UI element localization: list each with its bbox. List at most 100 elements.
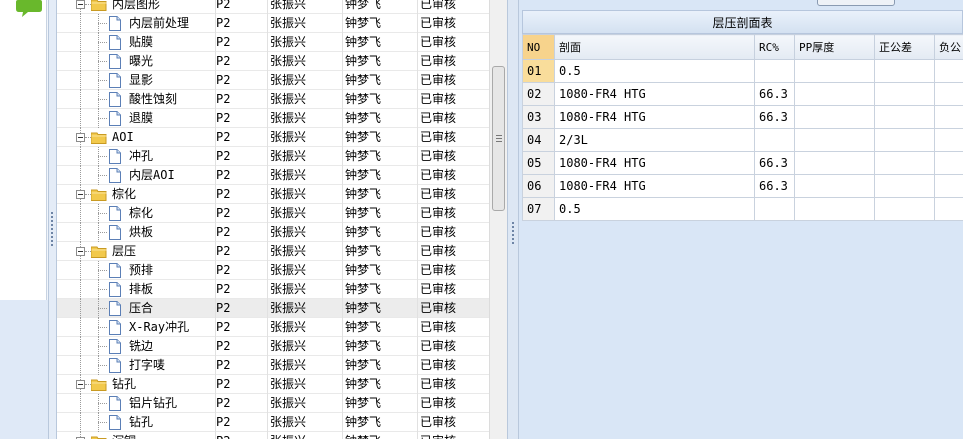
negative-tolerance-cell[interactable] bbox=[934, 105, 963, 129]
tree-item-row[interactable]: 酸性蚀刻 P2 张振兴 钟梦飞 已审核 bbox=[57, 90, 489, 109]
tree-item-row[interactable]: 显影 P2 张振兴 钟梦飞 已审核 bbox=[57, 71, 489, 90]
tree-scrollbar[interactable] bbox=[489, 0, 507, 439]
rc-cell[interactable] bbox=[754, 59, 795, 83]
tree-version-cell: P2 bbox=[215, 375, 265, 394]
tree-operator-cell: 张振兴 bbox=[267, 242, 339, 261]
negative-tolerance-cell[interactable] bbox=[934, 82, 963, 106]
layer-no-cell[interactable]: 02 bbox=[522, 82, 555, 106]
tree-item-row[interactable]: 钻孔 P2 张振兴 钟梦飞 已审核 bbox=[57, 413, 489, 432]
tree-group-row[interactable]: 沉铜 P2张振兴钟梦飞已审核 bbox=[57, 432, 489, 439]
rc-cell[interactable]: 66.3 bbox=[754, 82, 795, 106]
stackup-row[interactable]: 01 0.5 bbox=[522, 59, 963, 83]
rc-cell[interactable] bbox=[754, 128, 795, 152]
column-header-section[interactable]: 剖面 bbox=[554, 34, 755, 60]
column-header-no[interactable]: NO bbox=[522, 34, 555, 60]
column-header-rc[interactable]: RC% bbox=[754, 34, 795, 60]
speech-bubble-icon[interactable] bbox=[16, 0, 42, 18]
rc-cell[interactable]: 66.3 bbox=[754, 174, 795, 198]
tree-group-row[interactable]: 钻孔 P2 张振兴 钟梦飞 已审核 bbox=[57, 375, 489, 394]
section-cell[interactable]: 1080-FR4 HTG bbox=[554, 105, 755, 129]
stackup-table[interactable]: NO 剖面 RC% PP厚度 正公差 负公 01 0.5 02 1080-FR4 HT… bbox=[522, 34, 963, 221]
negative-tolerance-cell[interactable] bbox=[934, 151, 963, 175]
tree-item-row[interactable]: 烘板 P2 张振兴 钟梦飞 已审核 bbox=[57, 223, 489, 242]
stackup-row[interactable]: 02 1080-FR4 HTG 66.3 bbox=[522, 82, 963, 106]
tree-group-row[interactable]: 内层图形 P2 张振兴 钟梦飞 已审核 bbox=[57, 0, 489, 14]
tree-status-cell: 已审核 bbox=[417, 413, 489, 432]
pp-thickness-cell[interactable] bbox=[794, 59, 875, 83]
pp-thickness-cell[interactable] bbox=[794, 82, 875, 106]
positive-tolerance-cell[interactable] bbox=[874, 174, 935, 198]
tree-item-row[interactable]: 曝光 P2 张振兴 钟梦飞 已审核 bbox=[57, 52, 489, 71]
stackup-row[interactable]: 07 0.5 bbox=[522, 197, 963, 221]
right-splitter[interactable] bbox=[507, 0, 519, 439]
collapse-minus-icon[interactable] bbox=[76, 190, 85, 199]
stackup-row[interactable]: 06 1080-FR4 HTG 66.3 bbox=[522, 174, 963, 198]
tree-reviewer-cell: 钟梦飞 bbox=[342, 166, 414, 185]
section-cell[interactable]: 0.5 bbox=[554, 59, 755, 83]
tree-group-row[interactable]: 棕化 P2 张振兴 钟梦飞 已审核 bbox=[57, 185, 489, 204]
rc-cell[interactable]: 66.3 bbox=[754, 105, 795, 129]
tree-reviewer-cell: 钟梦飞 bbox=[342, 280, 414, 299]
tree-item-row[interactable]: X-Ray冲孔 P2 张振兴 钟梦飞 已审核 bbox=[57, 318, 489, 337]
pp-thickness-cell[interactable] bbox=[794, 128, 875, 152]
process-tree-grid[interactable]: 内层图形 P2 张振兴 钟梦飞 已审核 内层前处理 P2 张振兴 钟梦飞 已审核 贴膜 P2 张振兴 钟梦… bbox=[57, 0, 489, 439]
pp-thickness-cell[interactable] bbox=[794, 197, 875, 221]
pp-thickness-cell[interactable] bbox=[794, 174, 875, 198]
positive-tolerance-cell[interactable] bbox=[874, 197, 935, 221]
section-cell[interactable]: 2/3L bbox=[554, 128, 755, 152]
negative-tolerance-cell[interactable] bbox=[934, 174, 963, 198]
positive-tolerance-cell[interactable] bbox=[874, 128, 935, 152]
tree-item-row[interactable]: 铝片钻孔 P2 张振兴 钟梦飞 已审核 bbox=[57, 394, 489, 413]
stackup-row[interactable]: 03 1080-FR4 HTG 66.3 bbox=[522, 105, 963, 129]
tree-group-row[interactable]: AOI P2 张振兴 钟梦飞 已审核 bbox=[57, 128, 489, 147]
rc-cell[interactable] bbox=[754, 197, 795, 221]
collapse-minus-icon[interactable] bbox=[76, 133, 85, 142]
pp-thickness-cell[interactable] bbox=[794, 105, 875, 129]
tree-item-row[interactable]: 压合 P2 张振兴 钟梦飞 已审核 bbox=[57, 299, 489, 318]
section-cell[interactable]: 1080-FR4 HTG bbox=[554, 151, 755, 175]
column-header-positive-tolerance[interactable]: 正公差 bbox=[874, 34, 935, 60]
collapse-minus-icon[interactable] bbox=[76, 247, 85, 256]
stackup-row[interactable]: 05 1080-FR4 HTG 66.3 bbox=[522, 151, 963, 175]
layer-no-cell[interactable]: 03 bbox=[522, 105, 555, 129]
positive-tolerance-cell[interactable] bbox=[874, 82, 935, 106]
section-cell[interactable]: 1080-FR4 HTG bbox=[554, 174, 755, 198]
rc-cell[interactable]: 66.3 bbox=[754, 151, 795, 175]
collapse-minus-icon[interactable] bbox=[76, 380, 85, 389]
tree-item-row[interactable]: 内层前处理 P2 张振兴 钟梦飞 已审核 bbox=[57, 14, 489, 33]
left-splitter[interactable] bbox=[48, 0, 57, 439]
tree-item-row[interactable]: 棕化 P2 张振兴 钟梦飞 已审核 bbox=[57, 204, 489, 223]
positive-tolerance-cell[interactable] bbox=[874, 151, 935, 175]
pp-thickness-cell[interactable] bbox=[794, 151, 875, 175]
tree-item-row[interactable]: 退膜 P2 张振兴 钟梦飞 已审核 bbox=[57, 109, 489, 128]
tree-reviewer-cell: 钟梦飞 bbox=[342, 375, 414, 394]
section-cell[interactable]: 1080-FR4 HTG bbox=[554, 82, 755, 106]
stackup-row[interactable]: 04 2/3L bbox=[522, 128, 963, 152]
column-header-pp-thickness[interactable]: PP厚度 bbox=[794, 34, 875, 60]
collapse-minus-icon[interactable] bbox=[76, 0, 85, 9]
tree-item-row[interactable]: 贴膜 P2 张振兴 钟梦飞 已审核 bbox=[57, 33, 489, 52]
layer-no-cell[interactable]: 05 bbox=[522, 151, 555, 175]
tree-item-row[interactable]: 预排 P2 张振兴 钟梦飞 已审核 bbox=[57, 261, 489, 280]
toolbar-button[interactable] bbox=[817, 0, 895, 6]
negative-tolerance-cell[interactable] bbox=[934, 59, 963, 83]
positive-tolerance-cell[interactable] bbox=[874, 105, 935, 129]
column-header-negative-tolerance[interactable]: 负公 bbox=[934, 34, 963, 60]
tree-item-row[interactable]: 打字唛 P2 张振兴 钟梦飞 已审核 bbox=[57, 356, 489, 375]
tree-operator-cell: 张振兴 bbox=[267, 318, 339, 337]
tree-scrollbar-thumb[interactable] bbox=[492, 66, 505, 211]
tree-item-row[interactable]: 内层AOI P2 张振兴 钟梦飞 已审核 bbox=[57, 166, 489, 185]
tree-item-row[interactable]: 排板 P2 张振兴 钟梦飞 已审核 bbox=[57, 280, 489, 299]
layer-no-cell[interactable]: 06 bbox=[522, 174, 555, 198]
negative-tolerance-cell[interactable] bbox=[934, 197, 963, 221]
layer-no-cell[interactable]: 04 bbox=[522, 128, 555, 152]
section-cell[interactable]: 0.5 bbox=[554, 197, 755, 221]
tree-item-row[interactable]: 冲孔 P2 张振兴 钟梦飞 已审核 bbox=[57, 147, 489, 166]
tree-item-row[interactable]: 铣边 P2 张振兴 钟梦飞 已审核 bbox=[57, 337, 489, 356]
positive-tolerance-cell[interactable] bbox=[874, 59, 935, 83]
layer-no-cell[interactable]: 07 bbox=[522, 197, 555, 221]
negative-tolerance-cell[interactable] bbox=[934, 128, 963, 152]
layer-no-cell[interactable]: 01 bbox=[522, 59, 555, 83]
stackup-grid[interactable]: 层压剖面表 NO 剖面 RC% PP厚度 正公差 负公 01 0.5 02 1080-… bbox=[522, 10, 963, 221]
tree-group-row[interactable]: 层压 P2 张振兴 钟梦飞 已审核 bbox=[57, 242, 489, 261]
